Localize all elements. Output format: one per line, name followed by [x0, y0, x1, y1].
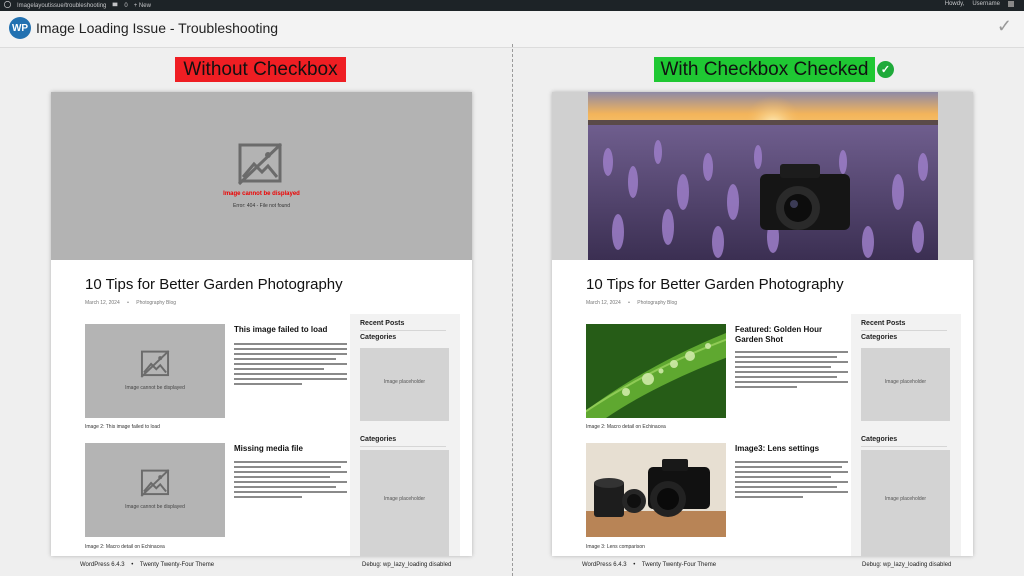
footer-version: WordPress 6.4.3 — [80, 562, 125, 568]
placeholder-text: Image placeholder — [884, 495, 927, 502]
meta-separator: • — [127, 300, 129, 306]
wp-admin-logo-icon[interactable] — [4, 1, 11, 10]
post-title[interactable]: 10 Tips for Better Garden Photography — [85, 276, 343, 293]
photo-camera-lenses — [586, 443, 726, 537]
broken-image-icon — [237, 142, 283, 186]
sidebar-divider — [861, 446, 947, 447]
post-category[interactable]: Photography Blog — [637, 300, 677, 306]
sidebar-heading-recent-posts: Recent Posts — [360, 320, 405, 327]
image-caption: Image 2: Macro detail on Echinacea — [586, 424, 666, 430]
admin-username[interactable]: Username — [972, 1, 1000, 7]
article-heading[interactable]: This image failed to load — [234, 325, 349, 335]
post-meta: March 12, 2024 • Photography Blog — [85, 300, 176, 306]
sidebar-divider — [861, 330, 947, 331]
admin-avatar[interactable] — [1008, 1, 1014, 7]
broken-image-icon — [140, 350, 170, 378]
image-error-text: Image cannot be displayed — [125, 385, 185, 391]
check-circle-icon: ✓ — [877, 61, 894, 78]
checkmark-icon[interactable]: ✓ — [997, 16, 1012, 37]
post-title[interactable]: 10 Tips for Better Garden Photography — [586, 276, 844, 293]
article-excerpt — [735, 351, 848, 391]
footer-separator: • — [131, 562, 134, 568]
post-date: March 12, 2024 — [85, 300, 120, 306]
article-excerpt — [234, 343, 347, 388]
footer-theme[interactable]: Twenty Twenty-Four Theme — [642, 562, 716, 568]
hero-photo-lavender-camera — [588, 92, 938, 260]
placeholder-text: Image placeholder — [884, 379, 927, 386]
hero-error-text: Image cannot be displayed — [223, 191, 300, 197]
page-title: Image Loading Issue - Troubleshooting — [36, 20, 279, 36]
broken-image-card: Image cannot be displayed — [85, 443, 225, 537]
article-heading[interactable]: Featured: Golden Hour Garden Shot — [735, 325, 850, 345]
footer-theme[interactable]: Twenty Twenty-Four Theme — [140, 562, 214, 568]
comment-icon[interactable] — [112, 2, 118, 10]
article-excerpt — [234, 461, 347, 501]
meta-separator: • — [628, 300, 630, 306]
sidebar-heading-categories: Categories — [861, 436, 898, 443]
image-caption: Image 2: Macro detail on Echinacea — [85, 544, 165, 550]
sidebar: Recent Posts Categories Image placeholde… — [350, 314, 460, 556]
sidebar-divider — [360, 446, 446, 447]
admin-bar: Imagelayoutissue/troubleshooting 0 + New… — [0, 0, 1024, 11]
right-preview-panel: 10 Tips for Better Garden Photography Ma… — [552, 92, 973, 556]
label-without-checkbox: Without Checkbox — [175, 57, 346, 82]
sidebar-heading-recent-posts: Recent Posts — [861, 320, 906, 327]
admin-comments-count[interactable]: 0 — [124, 3, 127, 9]
label-with-checkbox: With Checkbox Checked — [654, 57, 875, 82]
placeholder-text: Image placeholder — [383, 379, 426, 386]
footer-version: WordPress 6.4.3 — [582, 562, 627, 568]
hero-image-placeholder: Image cannot be displayed Error: 404 - F… — [51, 92, 472, 260]
sidebar-heading-categories: Categories — [861, 334, 898, 341]
image-error-text: Image cannot be displayed — [125, 504, 185, 510]
sidebar: Recent Posts Categories Image placeholde… — [851, 314, 961, 556]
left-preview-panel: Image cannot be displayed Error: 404 - F… — [51, 92, 472, 556]
placeholder-text: Image placeholder — [383, 495, 426, 502]
post-category[interactable]: Photography Blog — [136, 300, 176, 306]
app-header: WP Image Loading Issue - Troubleshooting… — [0, 11, 1024, 48]
image-caption: Image 2: This image failed to load — [85, 424, 160, 430]
sidebar-heading-categories: Categories — [360, 334, 397, 341]
broken-image-card: Image cannot be displayed — [85, 324, 225, 418]
left-footer-credits: WordPress 6.4.3 • Twenty Twenty-Four The… — [80, 562, 214, 568]
admin-site-link[interactable]: Imagelayoutissue/troubleshooting — [17, 3, 106, 9]
article-heading[interactable]: Missing media file — [234, 444, 349, 454]
wordpress-logo-icon: WP — [9, 17, 31, 39]
article-heading[interactable]: Image3: Lens settings — [735, 444, 850, 454]
broken-image-icon — [140, 469, 170, 497]
admin-howdy[interactable]: Howdy, — [945, 1, 965, 7]
admin-new-link[interactable]: + New — [134, 3, 151, 9]
post-date: March 12, 2024 — [586, 300, 621, 306]
sidebar-image-placeholder: Image placeholder — [360, 450, 449, 556]
sidebar-image-placeholder: Image placeholder — [861, 348, 950, 421]
post-meta: March 12, 2024 • Photography Blog — [586, 300, 677, 306]
photo-leaf-droplets — [586, 324, 726, 418]
hero-error-detail: Error: 404 - File not found — [233, 203, 290, 209]
footer-separator: • — [633, 562, 636, 568]
image-caption: Image 3: Lens comparison — [586, 544, 645, 550]
article-excerpt — [735, 461, 848, 501]
right-footer-debug: Debug: wp_lazy_loading disabled — [862, 562, 952, 568]
comparison-divider — [512, 44, 513, 576]
sidebar-image-placeholder: Image placeholder — [861, 450, 950, 556]
sidebar-image-placeholder: Image placeholder — [360, 348, 449, 421]
left-footer-debug: Debug: wp_lazy_loading disabled — [362, 562, 452, 568]
sidebar-divider — [360, 330, 446, 331]
sidebar-heading-categories: Categories — [360, 436, 397, 443]
right-footer-credits: WordPress 6.4.3 • Twenty Twenty-Four The… — [582, 562, 716, 568]
